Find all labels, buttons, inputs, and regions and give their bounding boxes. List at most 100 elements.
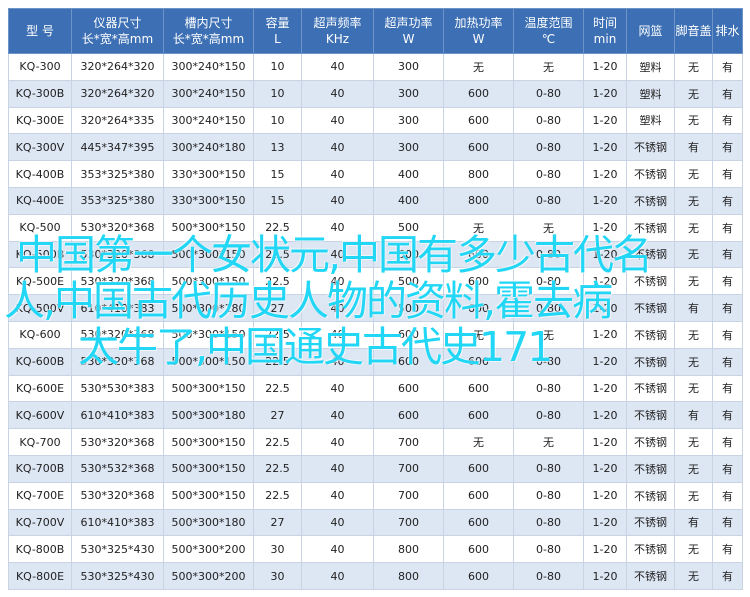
table-cell: 不锈钢 xyxy=(626,535,675,564)
table-row: KQ-600 530*320*368 500*300*150 22.5 40 600 无无 1… xyxy=(8,320,743,349)
table-cell: 530*320*368 xyxy=(71,267,164,296)
table-cell: 600 xyxy=(443,106,514,135)
table-cell: 530*320*368 xyxy=(71,347,164,376)
column-header-title: 网篮 xyxy=(638,24,663,38)
table-cell: 1-20 xyxy=(583,481,627,510)
table-cell: 1-20 xyxy=(583,428,627,456)
table-cell: 600 xyxy=(373,347,444,376)
model-cell: KQ-700E xyxy=(8,481,72,510)
table-cell: 353*325*380 xyxy=(71,186,164,215)
column-header: 超声功率 W xyxy=(373,8,444,54)
column-header: 加热功率 W xyxy=(443,8,514,54)
table-cell: 300 xyxy=(373,133,444,162)
table-cell: 40 xyxy=(301,213,374,242)
table-cell: 300*240*150 xyxy=(163,106,254,135)
column-header-unit: W xyxy=(402,32,415,46)
table-cell: 40 xyxy=(301,428,374,456)
column-header-title: 容量 xyxy=(265,16,290,30)
table-cell: 530*320*368 xyxy=(71,481,164,510)
table-cell: 有 xyxy=(712,347,743,376)
table-row: KQ-500B 530*320*368 500*300*150 22.5 40 500 60… xyxy=(8,240,743,269)
table-cell: 500*300*150 xyxy=(163,320,254,349)
table-cell: 800 xyxy=(443,186,514,215)
table-cell: 塑料 xyxy=(626,106,675,135)
table-cell: 1-20 xyxy=(583,240,627,269)
table-cell: 无 xyxy=(674,428,713,456)
table-cell: 320*264*335 xyxy=(71,106,164,135)
table-cell: 无 xyxy=(674,347,713,376)
table-cell: 1-20 xyxy=(583,133,627,162)
table-cell: 不锈钢 xyxy=(626,133,675,162)
model-cell: KQ-400B xyxy=(8,160,72,188)
table-cell: 600 xyxy=(443,535,514,564)
table-cell: 500*300*150 xyxy=(163,240,254,269)
spec-table: 型 号仪器尺寸 长*宽*高mm 槽内尺寸 长*宽*高mm 容量 L 超声频率 KHz 超声功率 W… xyxy=(8,8,743,590)
table-cell: 有 xyxy=(674,508,713,537)
table-cell: 530*320*368 xyxy=(71,213,164,242)
table-cell: 500*300*180 xyxy=(163,294,254,322)
table-cell: 22.5 xyxy=(253,481,302,510)
table-row: KQ-600B 530*320*368 500*300*150 22.5 40 600 60… xyxy=(8,347,743,376)
column-header: 超声频率 KHz xyxy=(301,8,374,54)
header-row: 型 号仪器尺寸 长*宽*高mm 槽内尺寸 长*宽*高mm 容量 L 超声频率 KHz 超声功率 W… xyxy=(8,8,743,54)
table-cell: 300 xyxy=(373,79,444,108)
table-cell: 22.5 xyxy=(253,347,302,376)
table-cell: 无 xyxy=(674,454,713,483)
table-row: KQ-400E 353*325*380 330*300*150 15 40 400 800 0… xyxy=(8,186,743,215)
model-cell: KQ-700V xyxy=(8,508,72,537)
table-cell: 600 xyxy=(373,374,444,403)
table-row: KQ-600V 610*410*383 500*300*180 27 40 600 600 0… xyxy=(8,401,743,430)
table-cell: 0-80 xyxy=(513,106,584,135)
table-cell: 10 xyxy=(253,79,302,108)
table-cell: 不锈钢 xyxy=(626,186,675,215)
table-cell: 600 xyxy=(373,401,444,430)
table-cell: 0-80 xyxy=(513,374,584,403)
table-cell: 1-20 xyxy=(583,79,627,108)
table-cell: 不锈钢 xyxy=(626,454,675,483)
table-cell: 有 xyxy=(712,213,743,242)
column-header: 容量 L xyxy=(253,8,302,54)
column-header-title: 脚音盖 xyxy=(675,24,712,38)
table-cell: 700 xyxy=(373,508,444,537)
table-cell: 无 xyxy=(674,79,713,108)
table-cell: 有 xyxy=(712,428,743,456)
table-cell: 1-20 xyxy=(583,562,627,590)
table-cell: 500*300*200 xyxy=(163,562,254,590)
table-cell: 40 xyxy=(301,294,374,322)
table-cell: 600 xyxy=(443,79,514,108)
model-cell: KQ-700 xyxy=(8,428,72,456)
column-header: 网篮 xyxy=(626,8,675,54)
table-cell: 无 xyxy=(674,106,713,135)
table-cell: 无 xyxy=(674,53,713,81)
column-header-title: 仪器尺寸 xyxy=(93,16,142,30)
table-cell: 0-80 xyxy=(513,186,584,215)
table-cell: 1-20 xyxy=(583,267,627,296)
column-header-title: 加热功率 xyxy=(454,16,503,30)
table-cell: 610*410*383 xyxy=(71,294,164,322)
table-cell: 1-20 xyxy=(583,347,627,376)
table-cell: 有 xyxy=(674,401,713,430)
table-cell: 无 xyxy=(513,320,584,349)
table-cell: 600 xyxy=(443,374,514,403)
table-cell: 27 xyxy=(253,508,302,537)
table-cell: 500*300*200 xyxy=(163,535,254,564)
column-header-title: 超声频率 xyxy=(313,16,362,30)
table-cell: 22.5 xyxy=(253,240,302,269)
table-cell: 无 xyxy=(674,374,713,403)
table-cell: 353*325*380 xyxy=(71,160,164,188)
table-cell: 40 xyxy=(301,562,374,590)
table-cell: 500*300*150 xyxy=(163,481,254,510)
table-cell: 40 xyxy=(301,320,374,349)
table-cell: 500*300*150 xyxy=(163,374,254,403)
table-cell: 有 xyxy=(712,562,743,590)
table-cell: 1-20 xyxy=(583,53,627,81)
column-header: 温度范围 ℃ xyxy=(513,8,584,54)
table-cell: 40 xyxy=(301,160,374,188)
table-cell: 610*410*383 xyxy=(71,508,164,537)
column-header-title: 型 号 xyxy=(26,24,54,38)
table-row: KQ-700V 610*410*383 500*300*180 27 40 700 600 0… xyxy=(8,508,743,537)
table-cell: 40 xyxy=(301,106,374,135)
model-cell: KQ-300V xyxy=(8,133,72,162)
table-cell: 300 xyxy=(373,106,444,135)
table-cell: 400 xyxy=(373,160,444,188)
